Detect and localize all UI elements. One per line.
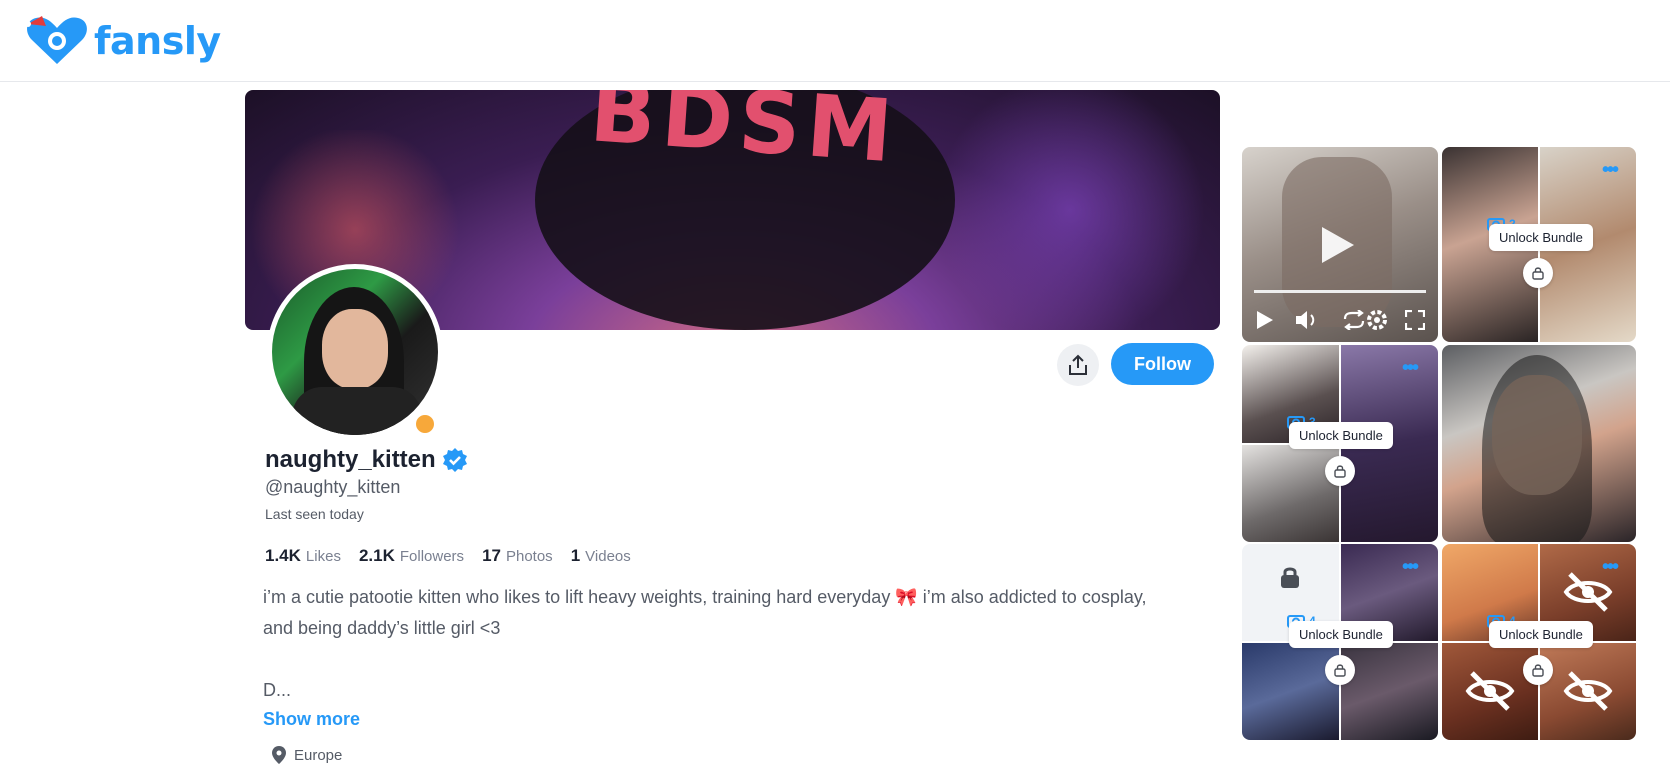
media-tile[interactable]	[1442, 345, 1636, 542]
bundle-lock[interactable]	[1325, 456, 1355, 486]
stat-videos[interactable]: 1 Videos	[571, 546, 631, 566]
hidden-eye-icon	[1465, 671, 1515, 711]
more-options-icon[interactable]: •••	[1402, 357, 1419, 380]
loop-icon[interactable]	[1342, 310, 1366, 330]
more-options-icon[interactable]: •••	[1402, 556, 1419, 579]
bio-line-2: and being daddy’s little girl <3	[263, 618, 501, 638]
location-text: Europe	[294, 746, 343, 764]
online-status-dot	[413, 412, 437, 436]
lock-icon	[1334, 465, 1346, 478]
profile-bio: i’m a cutie patootie kitten who likes to…	[263, 582, 1203, 706]
heart-logo-icon	[25, 16, 87, 64]
fansly-logo[interactable]: fansly	[24, 14, 221, 68]
more-options-icon[interactable]: •••	[1602, 556, 1619, 579]
settings-icon[interactable]	[1366, 309, 1388, 331]
last-seen-text: Last seen today	[265, 506, 364, 522]
verified-badge-icon	[442, 448, 467, 472]
display-name: naughty_kitten	[265, 446, 468, 474]
fullscreen-icon[interactable]	[1405, 310, 1425, 330]
lock-icon	[1532, 267, 1544, 280]
stat-likes[interactable]: 1.4K Likes	[265, 546, 341, 566]
location: Europe	[272, 746, 342, 764]
unlock-bundle-button[interactable]: Unlock Bundle	[1489, 224, 1593, 251]
show-more-link[interactable]: Show more	[263, 709, 360, 730]
play-icon[interactable]	[1256, 310, 1274, 330]
follow-button[interactable]: Follow	[1111, 343, 1214, 385]
more-options-icon[interactable]: •••	[1602, 159, 1619, 182]
brand-name: fansly	[94, 19, 221, 63]
location-pin-icon	[272, 746, 286, 764]
play-overlay-icon[interactable]	[1320, 225, 1356, 265]
video-tile[interactable]	[1242, 147, 1438, 342]
unlock-bundle-button[interactable]: Unlock Bundle	[1489, 621, 1593, 648]
bundle-lock[interactable]	[1523, 258, 1553, 288]
username-handle: @naughty_kitten	[265, 477, 401, 497]
unlock-bundle-button[interactable]: Unlock Bundle	[1289, 422, 1393, 449]
share-icon	[1069, 354, 1087, 375]
bio-truncated: D...	[263, 680, 292, 700]
lock-icon	[1281, 567, 1299, 588]
bundle-lock[interactable]	[1325, 655, 1355, 685]
hidden-eye-icon	[1563, 671, 1613, 711]
bundle-lock[interactable]	[1523, 655, 1553, 685]
share-button[interactable]	[1057, 344, 1099, 386]
unlock-bundle-button[interactable]: Unlock Bundle	[1289, 621, 1393, 648]
video-controls	[1242, 307, 1438, 337]
volume-icon[interactable]	[1294, 309, 1320, 331]
bio-line-1: i’m a cutie patootie kitten who likes to…	[263, 587, 1147, 607]
lock-icon	[1334, 664, 1346, 677]
lock-icon	[1532, 664, 1544, 677]
display-name-text: naughty_kitten	[265, 446, 436, 473]
profile-stats: 1.4K Likes 2.1K Followers 17 Photos 1 Videos	[265, 546, 631, 566]
top-bar: fansly	[0, 0, 1670, 82]
stat-followers[interactable]: 2.1K Followers	[359, 546, 464, 566]
stat-photos[interactable]: 17 Photos	[482, 546, 553, 566]
video-progress-bar[interactable]	[1254, 290, 1426, 293]
